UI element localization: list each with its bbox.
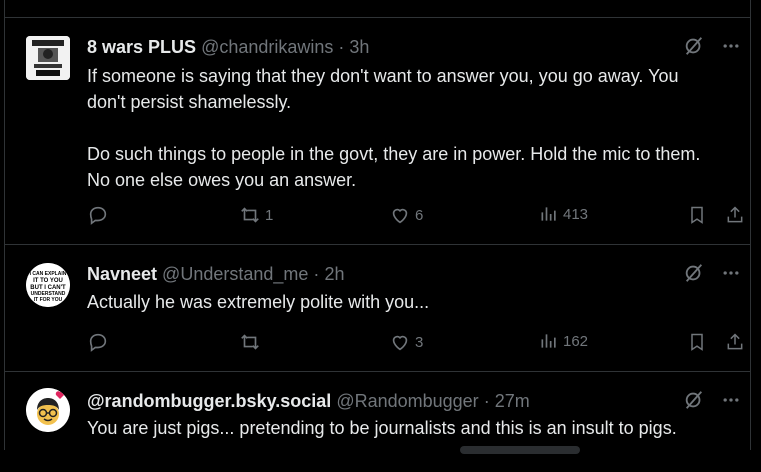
- separator-dot: ·: [338, 37, 345, 57]
- like-count: 3: [415, 333, 424, 351]
- reply-icon: [87, 331, 109, 353]
- like-count: 6: [415, 206, 424, 224]
- timestamp[interactable]: 3h: [349, 37, 369, 57]
- tweet[interactable]: I CAN EXPLAIN IT TO YOU BUT I CAN'T UNDE…: [5, 245, 751, 372]
- more-icon[interactable]: [721, 36, 741, 61]
- new-posts-pill[interactable]: [460, 446, 580, 454]
- reply-button[interactable]: [87, 204, 109, 226]
- retweet-icon: [239, 331, 261, 353]
- bookmark-button[interactable]: [687, 331, 707, 353]
- author-handle[interactable]: @Randombugger: [336, 391, 478, 411]
- like-icon: [389, 331, 411, 353]
- bookmark-button[interactable]: [687, 204, 707, 226]
- retweet-icon: [239, 204, 261, 226]
- author-name[interactable]: @randombugger.bsky.social: [87, 391, 331, 411]
- reply-button[interactable]: [87, 331, 109, 353]
- share-icon: [725, 204, 745, 226]
- more-icon[interactable]: [721, 390, 741, 415]
- retweet-button[interactable]: 1: [239, 204, 273, 226]
- author-name[interactable]: Navneet: [87, 264, 157, 284]
- timestamp[interactable]: 2h: [324, 264, 344, 284]
- views-count: 413: [563, 205, 589, 223]
- author-handle[interactable]: @Understand_me: [162, 264, 308, 284]
- tweet[interactable]: 8 wars PLUS @chandrikawins · 3h If someo…: [5, 18, 751, 245]
- share-button[interactable]: [725, 204, 745, 226]
- retweet-count: 1: [265, 206, 274, 224]
- like-icon: [389, 204, 411, 226]
- avatar-text-line: IT FOR YOU: [34, 297, 63, 303]
- avatar[interactable]: I CAN EXPLAIN IT TO YOU BUT I CAN'T UNDE…: [26, 263, 70, 307]
- tweet-text: If someone is saying that they don't wan…: [87, 66, 701, 190]
- views-button[interactable]: 162: [539, 331, 588, 351]
- bookmark-icon: [687, 204, 707, 226]
- grok-icon[interactable]: [683, 35, 705, 62]
- like-button[interactable]: 3: [389, 331, 423, 353]
- more-icon[interactable]: [721, 263, 741, 288]
- grok-icon[interactable]: [683, 389, 705, 416]
- views-button[interactable]: 413: [539, 204, 588, 224]
- timestamp[interactable]: 27m: [495, 391, 530, 411]
- author-name[interactable]: 8 wars PLUS: [87, 37, 196, 57]
- separator-dot: ·: [313, 264, 320, 284]
- share-icon: [725, 331, 745, 353]
- avatar[interactable]: [26, 36, 70, 80]
- like-button[interactable]: 6: [389, 204, 423, 226]
- reply-icon: [87, 204, 109, 226]
- share-button[interactable]: [725, 331, 745, 353]
- views-icon: [539, 204, 559, 224]
- tweet[interactable]: @randombugger.bsky.social @Randombugger …: [5, 372, 751, 472]
- tweet-text: You are just pigs... pretending to be jo…: [87, 418, 677, 438]
- avatar[interactable]: [26, 388, 70, 432]
- bookmark-icon: [687, 331, 707, 353]
- views-icon: [539, 331, 559, 351]
- author-handle[interactable]: @chandrikawins: [201, 37, 333, 57]
- retweet-button[interactable]: [239, 331, 265, 353]
- separator-dot: ·: [483, 391, 490, 411]
- grok-icon[interactable]: [683, 262, 705, 289]
- views-count: 162: [563, 332, 589, 350]
- avatar-text-line: I CAN EXPLAIN: [30, 271, 67, 277]
- avatar-text-line: IT TO YOU: [33, 278, 63, 284]
- tweet-text: Actually he was extremely polite with yo…: [87, 292, 430, 312]
